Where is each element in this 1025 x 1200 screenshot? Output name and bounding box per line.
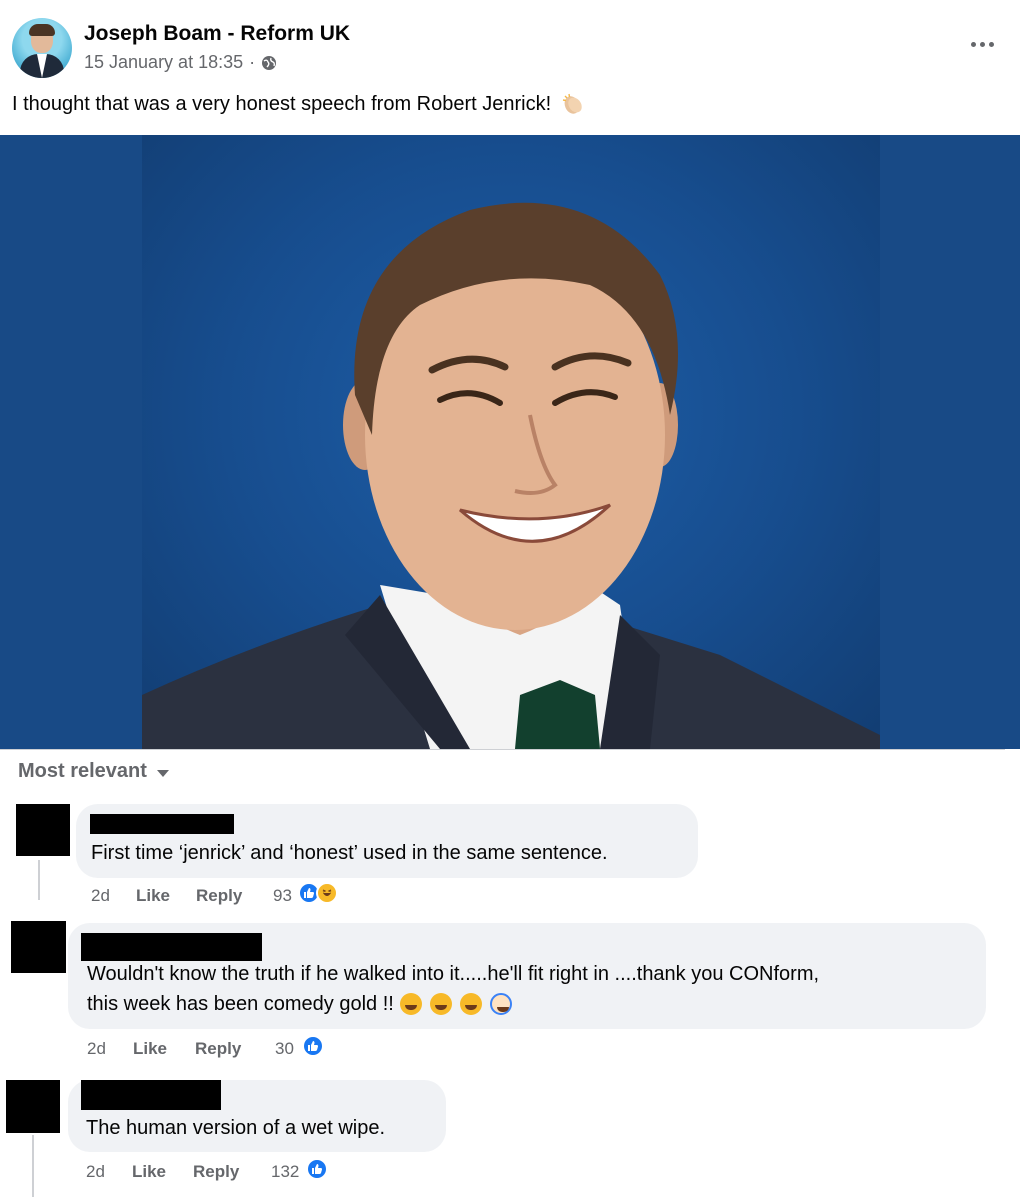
reaction-count[interactable]: 93: [273, 886, 292, 906]
comment-text: The human version of a wet wipe.: [86, 1117, 386, 1139]
commenter-name-redacted[interactable]: [81, 933, 262, 961]
haha-reaction-icon: [316, 882, 338, 904]
post-text-content: I thought that was a very honest speech …: [12, 92, 552, 115]
sort-label: Most relevant: [18, 760, 147, 782]
comment-time[interactable]: 2d: [91, 886, 110, 906]
like-button[interactable]: Like: [132, 1162, 166, 1182]
like-reaction-icon: [306, 1158, 328, 1180]
comment-time[interactable]: 2d: [87, 1039, 106, 1059]
comment-sort-dropdown[interactable]: Most relevant: [18, 760, 169, 783]
comment-time[interactable]: 2d: [86, 1162, 105, 1182]
portrait-illustration: [142, 202, 880, 749]
thread-line: [38, 860, 40, 900]
like-button[interactable]: Like: [136, 886, 170, 906]
reaction-icons[interactable]: [302, 1035, 324, 1057]
comment-text-line-1: Wouldn't know the truth if he walked int…: [87, 963, 820, 985]
section-divider: [0, 749, 1005, 750]
reply-button[interactable]: Reply: [193, 1162, 239, 1182]
thread-line: [32, 1135, 34, 1197]
more-options-button[interactable]: [967, 34, 997, 54]
reaction-count[interactable]: 132: [271, 1162, 299, 1182]
like-reaction-icon: [302, 1035, 324, 1057]
comment-text: First time ‘jenrick’ and ‘honest’ used i…: [91, 842, 608, 864]
reaction-count[interactable]: 30: [275, 1039, 294, 1059]
post-header: Joseph Boam - Reform UK 15 January at 18…: [12, 18, 1017, 80]
author-avatar[interactable]: [12, 18, 72, 78]
globe-icon: [261, 55, 277, 71]
reply-button[interactable]: Reply: [196, 886, 242, 906]
comment-bubble: Wouldn't know the truth if he walked int…: [68, 923, 986, 1029]
comment-bubble: The human version of a wet wipe.: [68, 1080, 446, 1152]
reaction-icons[interactable]: [298, 882, 338, 904]
reaction-icons[interactable]: [306, 1158, 328, 1180]
post-timestamp[interactable]: 15 January at 18:35: [84, 52, 243, 73]
clapping-hands-icon: [561, 92, 585, 116]
post-text: I thought that was a very honest speech …: [12, 92, 585, 116]
reply-button[interactable]: Reply: [195, 1039, 241, 1059]
rolling-laughing-icon: [429, 993, 452, 1015]
author-name[interactable]: Joseph Boam - Reform UK: [84, 22, 350, 46]
comment-text-line-2-row: this week has been comedy gold !!: [87, 989, 514, 1019]
comment-bubble: First time ‘jenrick’ and ‘honest’ used i…: [76, 804, 698, 878]
meta-separator: ·: [249, 52, 256, 72]
commenter-avatar-redacted[interactable]: [11, 921, 66, 973]
post-photo[interactable]: [0, 135, 1020, 749]
comment-text-line-2: this week has been comedy gold !!: [87, 993, 394, 1015]
commenter-name-redacted[interactable]: [90, 814, 234, 834]
rolling-laughing-icon: [399, 993, 422, 1015]
commenter-avatar-redacted[interactable]: [16, 804, 70, 856]
post-meta: 15 January at 18:35 ·: [84, 52, 277, 73]
commenter-name-redacted[interactable]: [81, 1080, 221, 1110]
rolling-laughing-icon: [459, 993, 482, 1015]
like-button[interactable]: Like: [133, 1039, 167, 1059]
commenter-avatar-redacted[interactable]: [6, 1080, 60, 1133]
chevron-down-icon: [156, 770, 169, 777]
clown-face-icon: [489, 993, 512, 1015]
